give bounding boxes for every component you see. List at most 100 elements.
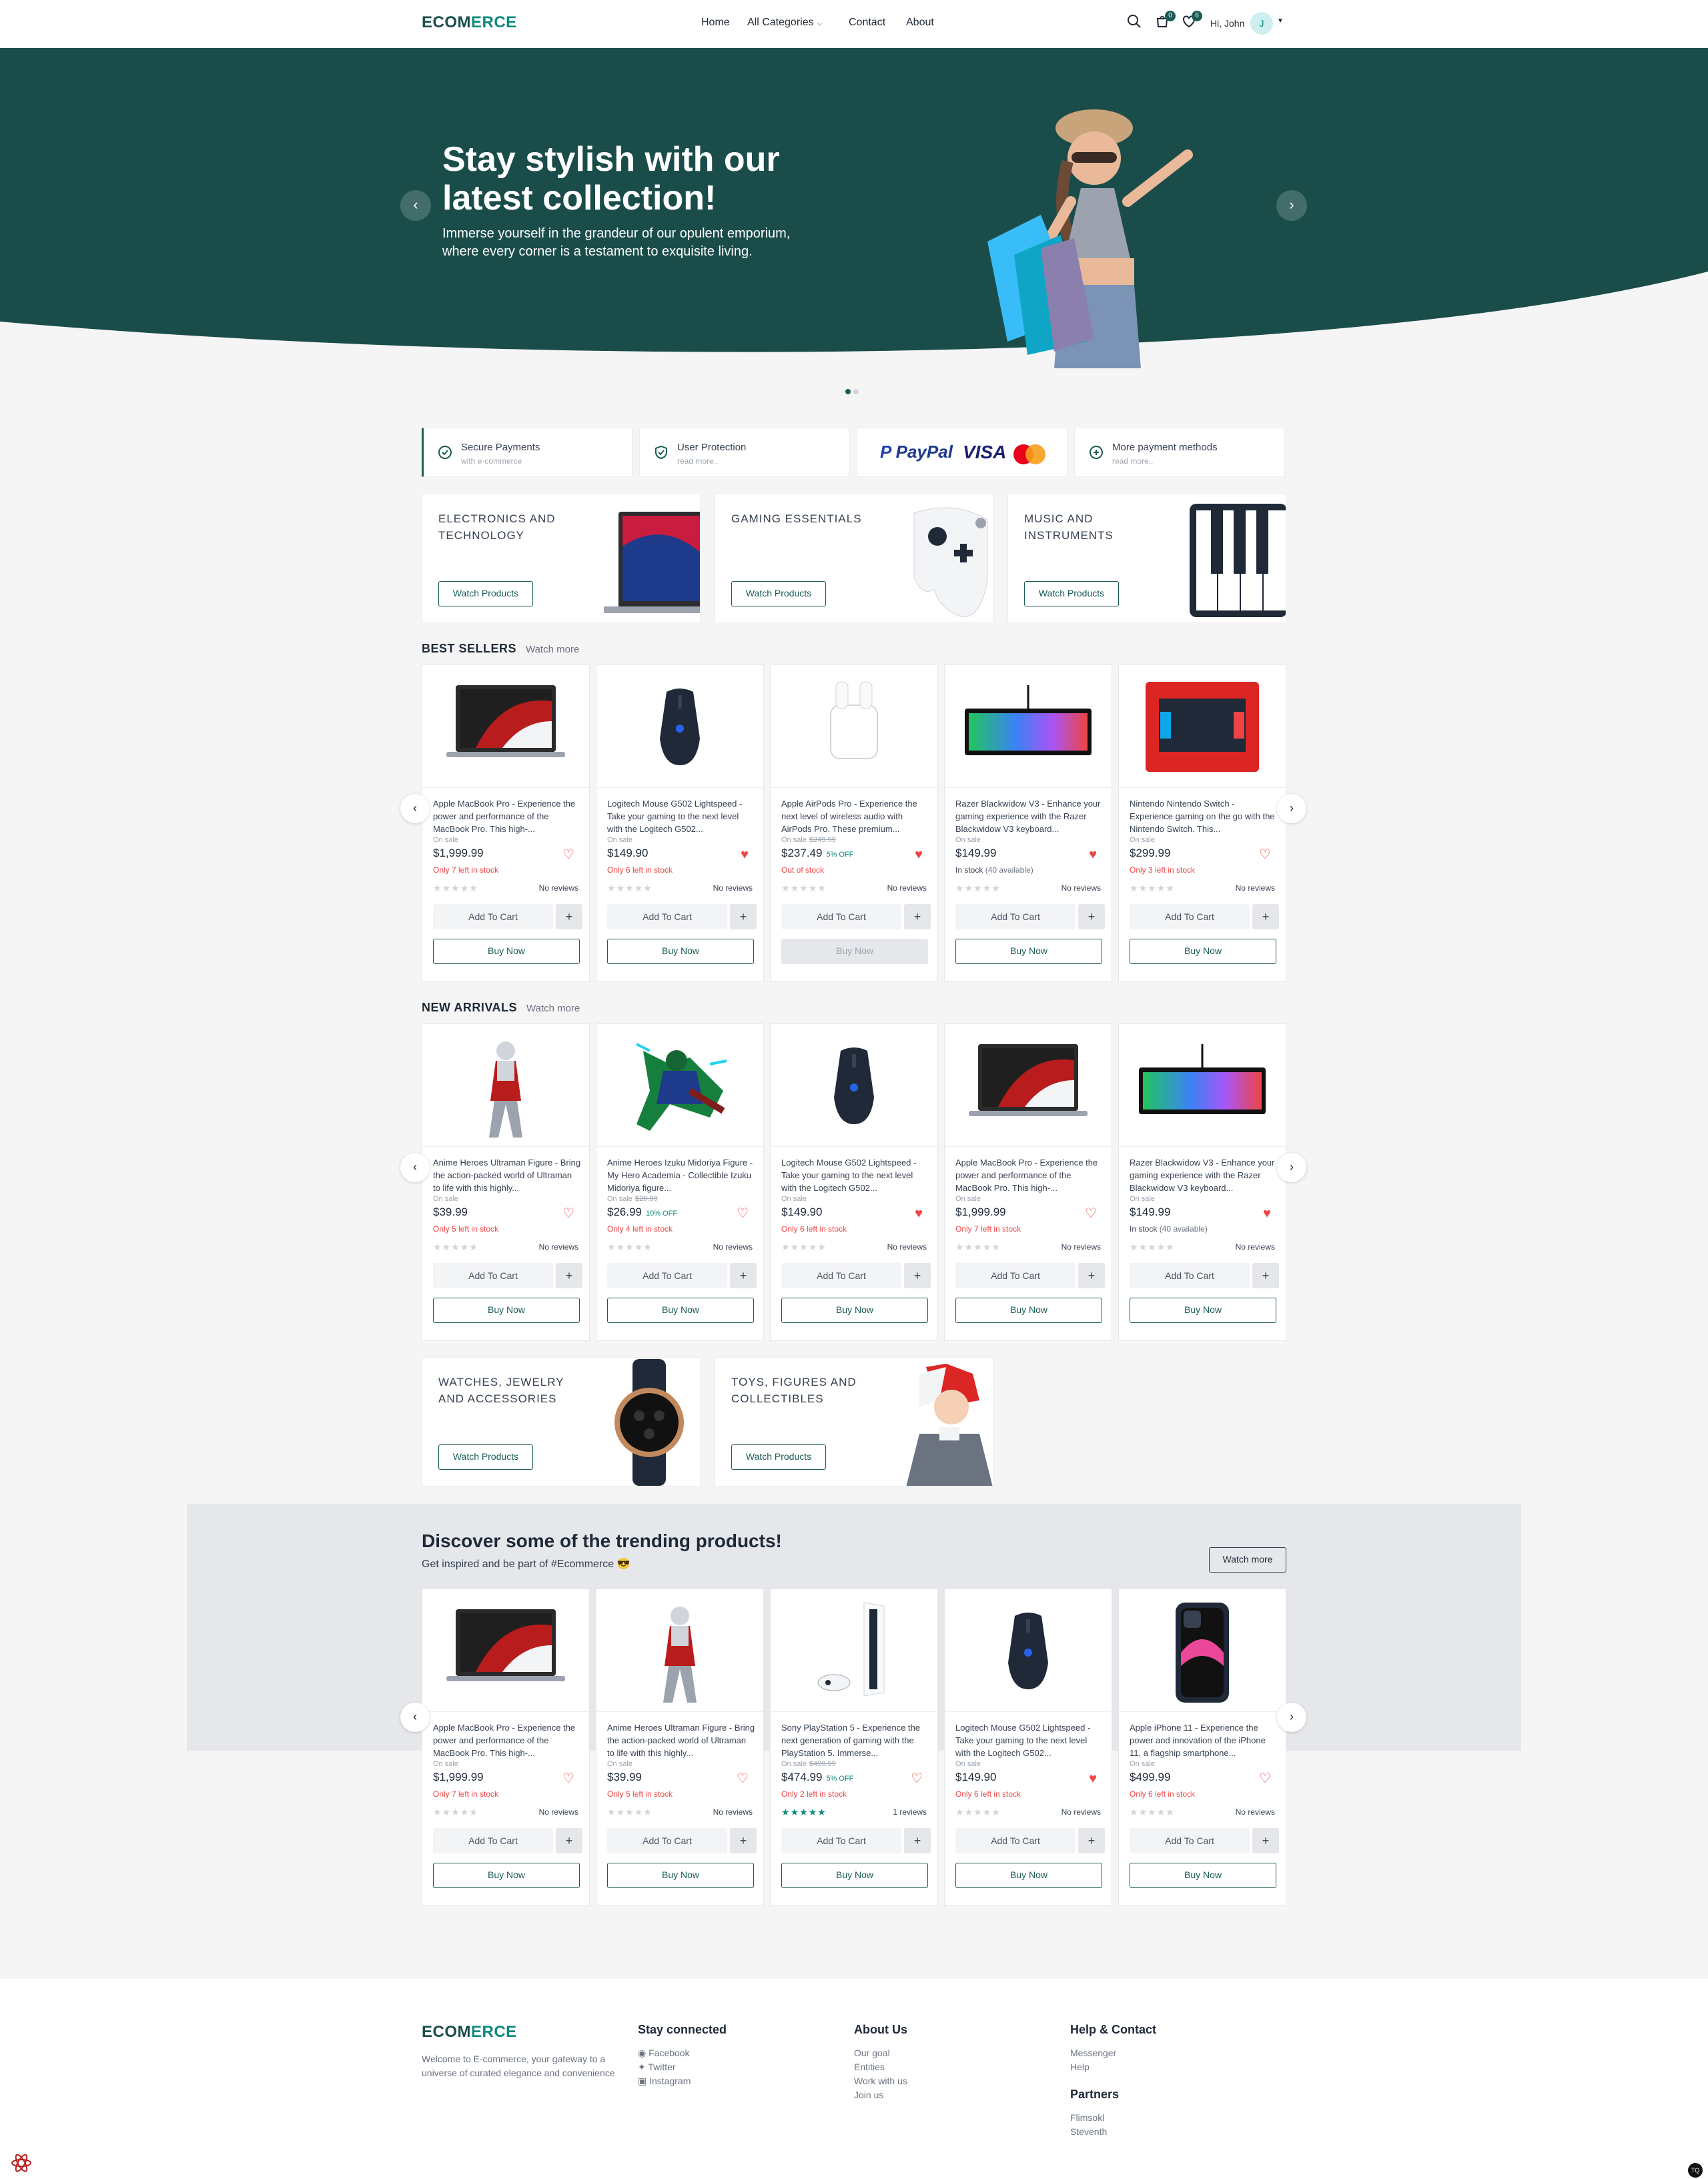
add-to-cart-button[interactable]: Add To Cart xyxy=(433,1828,553,1853)
add-to-cart-button[interactable]: Add To Cart xyxy=(955,1828,1076,1853)
product-image[interactable] xyxy=(771,1024,937,1147)
quantity-plus-button[interactable]: + xyxy=(1078,1263,1105,1288)
buy-now-button[interactable]: Buy Now xyxy=(955,1863,1102,1888)
new-arrivals-next[interactable]: › xyxy=(1277,1153,1306,1182)
add-to-cart-button[interactable]: Add To Cart xyxy=(955,904,1076,929)
product-card[interactable]: Anime Heroes Izuku Midoriya Figure - My … xyxy=(596,1023,764,1341)
footer-link[interactable]: Work with us xyxy=(854,2074,907,2088)
quantity-plus-button[interactable]: + xyxy=(904,1828,931,1853)
product-image[interactable] xyxy=(1119,1024,1286,1147)
footer-link-facebook[interactable]: ◉ Facebook xyxy=(638,2046,727,2060)
search-icon[interactable] xyxy=(1126,13,1142,35)
watch-products-button[interactable]: Watch Products xyxy=(731,581,826,606)
buy-now-button[interactable]: Buy Now xyxy=(955,939,1102,964)
add-to-cart-button[interactable]: Add To Cart xyxy=(955,1263,1076,1288)
product-card[interactable]: Logitech Mouse G502 Lightspeed - Take yo… xyxy=(596,665,764,982)
feature-link[interactable]: read more.. xyxy=(677,456,718,466)
product-name[interactable]: Anime Heroes Izuku Midoriya Figure - My … xyxy=(607,1156,755,1194)
add-to-cart-button[interactable]: Add To Cart xyxy=(1130,904,1250,929)
quantity-plus-button[interactable]: + xyxy=(1078,1828,1105,1853)
buy-now-button[interactable]: Buy Now xyxy=(781,1298,928,1323)
product-card[interactable]: Apple MacBook Pro - Experience the power… xyxy=(422,665,590,982)
heart-outline-icon[interactable]: ♡ xyxy=(737,1207,749,1220)
caret-down-icon[interactable]: ▼ xyxy=(1277,17,1284,25)
product-card[interactable]: Nintendo Nintendo Switch - Experience ga… xyxy=(1118,665,1286,982)
heart-outline-icon[interactable]: ♡ xyxy=(737,1772,749,1785)
footer-link[interactable]: Steventh xyxy=(1070,2125,1156,2139)
product-name[interactable]: Razer Blackwidow V3 - Enhance your gamin… xyxy=(955,797,1104,835)
footer-link[interactable]: Our goal xyxy=(854,2046,907,2060)
trending-prev[interactable]: ‹ xyxy=(400,1703,430,1732)
buy-now-button[interactable]: Buy Now xyxy=(781,1863,928,1888)
heart-filled-icon[interactable]: ♥ xyxy=(915,848,923,861)
trending-watch-more-button[interactable]: Watch more xyxy=(1209,1547,1286,1573)
new-arrivals-prev[interactable]: ‹ xyxy=(400,1153,430,1182)
best-sellers-next[interactable]: › xyxy=(1277,794,1306,823)
add-to-cart-button[interactable]: Add To Cart xyxy=(781,904,901,929)
buy-now-button[interactable]: Buy Now xyxy=(607,1863,754,1888)
add-to-cart-button[interactable]: Add To Cart xyxy=(1130,1828,1250,1853)
product-card[interactable]: Apple MacBook Pro - Experience the power… xyxy=(422,1589,590,1906)
product-name[interactable]: Anime Heroes Ultraman Figure - Bring the… xyxy=(607,1721,755,1759)
product-image[interactable] xyxy=(596,665,763,788)
product-name[interactable]: Apple MacBook Pro - Experience the power… xyxy=(955,1156,1104,1194)
product-card[interactable]: Anime Heroes Ultraman Figure - Bring the… xyxy=(596,1589,764,1906)
heart-filled-icon[interactable]: ♥ xyxy=(1263,1207,1271,1220)
quantity-plus-button[interactable]: + xyxy=(904,1263,931,1288)
quantity-plus-button[interactable]: + xyxy=(1252,1828,1279,1853)
product-card[interactable]: Apple iPhone 11 - Experience the power a… xyxy=(1118,1589,1286,1906)
product-name[interactable]: Razer Blackwidow V3 - Enhance your gamin… xyxy=(1130,1156,1278,1194)
product-name[interactable]: Apple MacBook Pro - Experience the power… xyxy=(433,797,581,835)
footer-link[interactable]: Flimsokl xyxy=(1070,2111,1156,2125)
product-name[interactable]: Anime Heroes Ultraman Figure - Bring the… xyxy=(433,1156,581,1194)
heart-filled-icon[interactable]: ♥ xyxy=(1089,848,1097,861)
watch-products-button[interactable]: Watch Products xyxy=(731,1444,826,1470)
buy-now-button[interactable]: Buy Now xyxy=(607,1298,754,1323)
product-card[interactable]: Razer Blackwidow V3 - Enhance your gamin… xyxy=(944,665,1112,982)
product-image[interactable] xyxy=(771,665,937,788)
product-image[interactable] xyxy=(1119,665,1286,788)
heart-outline-icon[interactable]: ♡ xyxy=(911,1772,923,1785)
footer-link[interactable]: Join us xyxy=(854,2088,907,2102)
product-image[interactable] xyxy=(1119,1589,1286,1712)
avatar[interactable]: J xyxy=(1250,12,1273,35)
footer-logo[interactable]: ECOMERCE xyxy=(422,2023,628,2042)
product-name[interactable]: Logitech Mouse G502 Lightspeed - Take yo… xyxy=(607,797,755,835)
buy-now-button[interactable]: Buy Now xyxy=(1130,1863,1276,1888)
product-image[interactable] xyxy=(945,1024,1112,1147)
product-card[interactable]: Razer Blackwidow V3 - Enhance your gamin… xyxy=(1118,1023,1286,1341)
devtools-badge-icon[interactable]: TQ xyxy=(1688,2163,1703,2178)
heart-filled-icon[interactable]: ♥ xyxy=(741,848,749,861)
quantity-plus-button[interactable]: + xyxy=(556,1828,582,1853)
product-name[interactable]: Logitech Mouse G502 Lightspeed - Take yo… xyxy=(781,1156,929,1194)
footer-link[interactable]: Entities xyxy=(854,2060,907,2074)
quantity-plus-button[interactable]: + xyxy=(904,904,931,929)
hero-prev-button[interactable]: ‹ xyxy=(400,190,431,221)
product-image[interactable] xyxy=(771,1589,937,1712)
best-sellers-prev[interactable]: ‹ xyxy=(400,794,430,823)
cart-icon[interactable]: 0 xyxy=(1154,11,1176,35)
feature-link[interactable]: read more.. xyxy=(1112,456,1153,466)
heart-outline-icon[interactable]: ♡ xyxy=(1085,1207,1097,1220)
hero-next-button[interactable]: › xyxy=(1276,190,1307,221)
product-card[interactable]: Sony PlayStation 5 - Experience the next… xyxy=(770,1589,938,1906)
quantity-plus-button[interactable]: + xyxy=(730,1828,757,1853)
watch-more-link[interactable]: Watch more xyxy=(526,644,579,655)
product-name[interactable]: Sony PlayStation 5 - Experience the next… xyxy=(781,1721,929,1759)
watch-more-link[interactable]: Watch more xyxy=(526,1003,580,1014)
hero-dot[interactable] xyxy=(853,389,859,394)
product-card[interactable]: Logitech Mouse G502 Lightspeed - Take yo… xyxy=(770,1023,938,1341)
heart-outline-icon[interactable]: ♡ xyxy=(1259,848,1271,861)
add-to-cart-button[interactable]: Add To Cart xyxy=(1130,1263,1250,1288)
add-to-cart-button[interactable]: Add To Cart xyxy=(781,1828,901,1853)
product-image[interactable] xyxy=(945,665,1112,788)
heart-outline-icon[interactable]: ♡ xyxy=(562,848,574,861)
nav-about[interactable]: About xyxy=(906,17,934,29)
add-to-cart-button[interactable]: Add To Cart xyxy=(433,904,553,929)
nav-all-categories[interactable]: All Categories ⌵ xyxy=(747,17,822,29)
heart-filled-icon[interactable]: ♥ xyxy=(915,1207,923,1220)
buy-now-button[interactable]: Buy Now xyxy=(433,939,580,964)
product-card[interactable]: Apple MacBook Pro - Experience the power… xyxy=(944,1023,1112,1341)
product-name[interactable]: Logitech Mouse G502 Lightspeed - Take yo… xyxy=(955,1721,1104,1759)
quantity-plus-button[interactable]: + xyxy=(730,1263,757,1288)
